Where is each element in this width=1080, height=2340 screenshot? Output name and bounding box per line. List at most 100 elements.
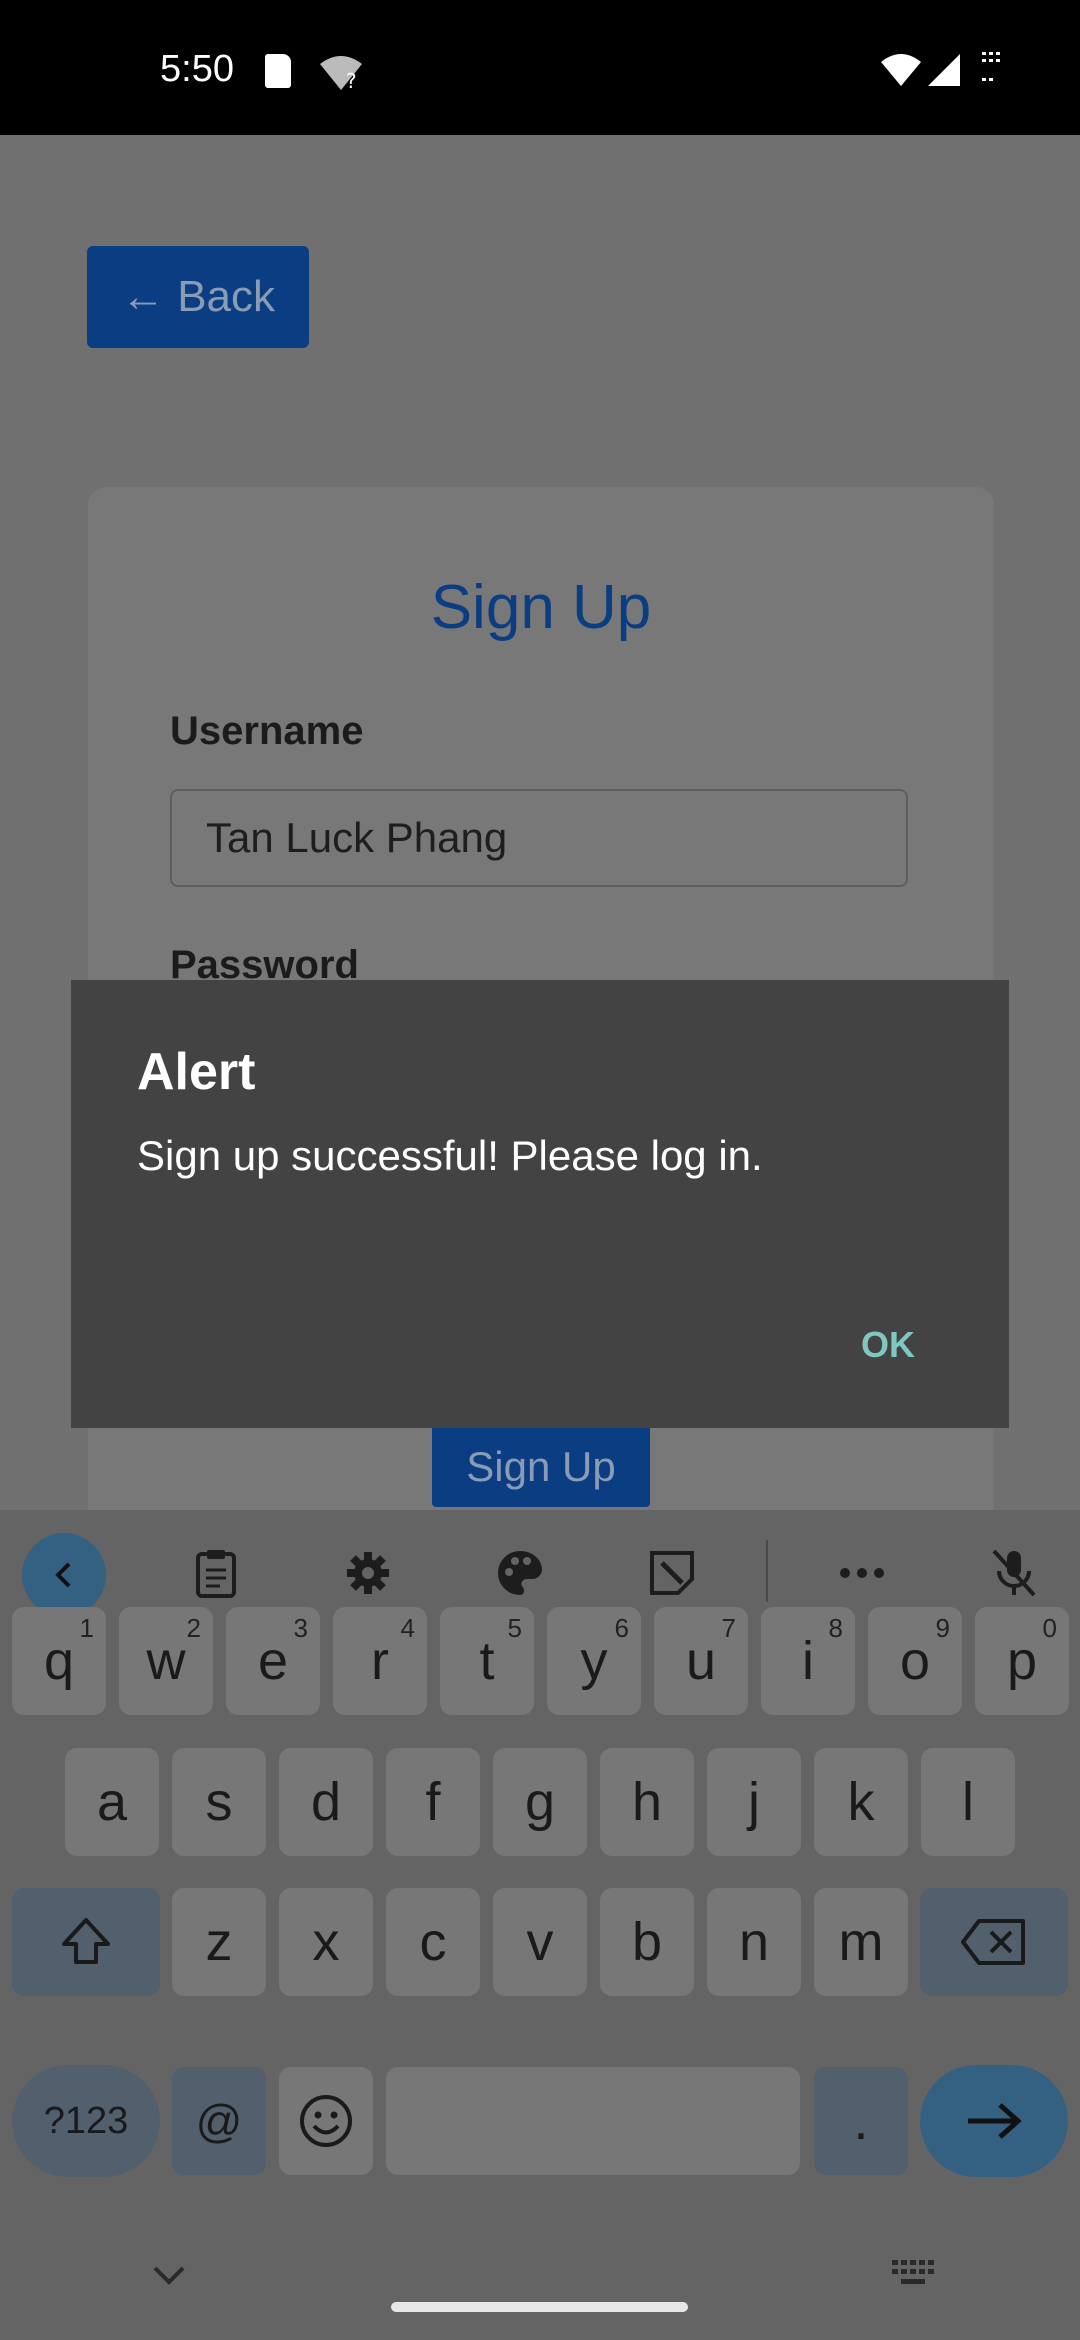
svg-text:?: ? [346,69,357,92]
key-hint: 7 [721,1613,736,1643]
key-t[interactable]: t5 [440,1607,534,1715]
key-y[interactable]: y6 [547,1607,641,1715]
key-s[interactable]: s [172,1748,266,1856]
keyboard: q1 w2 e3 r4 t5 y6 u7 i8 o9 p0 a s d f g … [0,1510,1080,2340]
key-b[interactable]: b [600,1888,694,1996]
username-field[interactable]: Tan Luck Phang [170,789,908,887]
key-label: v [526,1912,554,1972]
signal-icon [928,54,960,86]
key-label: ?123 [43,2099,129,2142]
enter-key[interactable] [920,2065,1068,2177]
keyboard-switch-icon[interactable] [890,2258,936,2288]
key-h[interactable]: h [600,1748,694,1856]
key-label: u [685,1631,717,1691]
gear-icon[interactable] [328,1533,408,1613]
key-label: k [847,1772,875,1832]
key-v[interactable]: v [493,1888,587,1996]
key-i[interactable]: i8 [761,1607,855,1715]
emoji-icon [300,2095,352,2147]
toolbar-divider [766,1540,768,1602]
username-value: Tan Luck Phang [206,814,508,861]
key-label: h [631,1772,663,1832]
key-x[interactable]: x [279,1888,373,1996]
key-n[interactable]: n [707,1888,801,1996]
shift-key[interactable] [12,1888,160,1996]
key-hint: 1 [79,1613,94,1643]
key-z[interactable]: z [172,1888,266,1996]
key-c[interactable]: c [386,1888,480,1996]
keyboard-bottom-bar [0,2220,1080,2340]
key-a[interactable]: a [65,1748,159,1856]
more-icon[interactable] [822,1533,902,1613]
sd-card-icon [265,54,291,88]
alert-dialog: Alert Sign up successful! Please log in.… [71,980,1009,1428]
dialog-ok-button[interactable]: OK [861,1324,915,1366]
key-label: . [853,2091,869,2151]
key-hint: 8 [828,1613,843,1643]
emoji-key[interactable] [279,2067,373,2175]
page-title: Sign Up [430,573,652,642]
key-label: e [257,1631,289,1691]
at-key[interactable]: @ [172,2067,266,2175]
key-m[interactable]: m [814,1888,908,1996]
mic-off-icon[interactable] [974,1533,1054,1613]
key-hint: 0 [1042,1613,1057,1643]
key-hint: 6 [614,1613,629,1643]
key-label: t [479,1631,495,1691]
key-label: r [371,1631,389,1691]
key-hint: 5 [507,1613,522,1643]
wifi-icon [881,54,921,86]
key-u[interactable]: u7 [654,1607,748,1715]
key-hint: 3 [293,1613,308,1643]
key-hint: 4 [400,1613,415,1643]
key-label: p [1006,1631,1038,1691]
key-e[interactable]: e3 [226,1607,320,1715]
status-time: 5:50 [160,48,234,90]
backspace-icon [961,1919,1025,1965]
key-q[interactable]: q1 [12,1607,106,1715]
key-label: z [205,1912,233,1972]
key-r[interactable]: r4 [333,1607,427,1715]
period-key[interactable]: . [814,2067,908,2175]
key-label: w [146,1631,186,1691]
home-indicator[interactable] [391,2302,688,2312]
key-k[interactable]: k [814,1748,908,1856]
clipboard-icon[interactable] [176,1533,256,1613]
key-hint: 2 [186,1613,201,1643]
key-label: j [748,1772,760,1832]
key-j[interactable]: j [707,1748,801,1856]
dialog-title: Alert [137,1043,256,1101]
back-button[interactable]: ← Back [87,246,309,348]
key-label: c [419,1912,447,1972]
username-label: Username [170,709,364,753]
back-button-label: ← Back [120,272,276,321]
key-g[interactable]: g [493,1748,587,1856]
key-label: d [310,1772,342,1832]
key-label: a [96,1772,128,1832]
signup-button-label: Sign Up [466,1443,616,1490]
key-label: b [631,1912,663,1972]
key-l[interactable]: l [921,1748,1015,1856]
hide-keyboard-icon[interactable] [152,2264,186,2286]
key-label: @ [195,2095,243,2147]
key-o[interactable]: o9 [868,1607,962,1715]
key-label: i [802,1631,814,1691]
back-arrow-icon[interactable] [22,1533,106,1617]
backspace-key[interactable] [920,1888,1068,1996]
key-p[interactable]: p0 [975,1607,1069,1715]
key-f[interactable]: f [386,1748,480,1856]
key-w[interactable]: w2 [119,1607,213,1715]
key-label: g [524,1772,556,1832]
key-d[interactable]: d [279,1748,373,1856]
space-key[interactable] [386,2067,800,2175]
signup-button[interactable]: Sign Up [432,1427,650,1507]
wifi-question-icon: ? [320,56,362,92]
dialog-message: Sign up successful! Please log in. [137,1132,763,1179]
sticker-icon[interactable] [632,1533,712,1613]
status-bar: 5:50 ? [0,0,1080,135]
shift-icon [62,1918,110,1964]
palette-icon[interactable] [480,1533,560,1613]
key-label: s [205,1772,233,1832]
symbols-key[interactable]: ?123 [12,2065,160,2177]
key-label: n [738,1912,770,1972]
